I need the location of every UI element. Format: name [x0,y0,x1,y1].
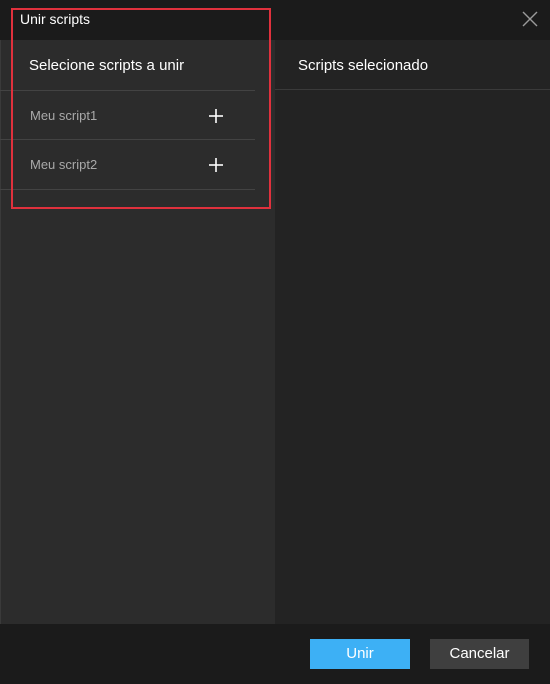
plus-icon [209,158,223,172]
script-list-item: Meu script2 [0,140,255,190]
dialog-title: Unir scripts [20,11,91,27]
selected-scripts-header: Scripts selecionado [275,40,550,90]
add-script-button[interactable] [207,107,225,125]
close-button[interactable] [520,9,540,29]
available-scripts-heading: Selecione scripts a unir [29,57,185,74]
script-label: Meu script1 [30,108,98,123]
merge-button[interactable]: Unir [310,639,410,669]
close-icon [522,11,538,27]
selected-scripts-heading: Scripts selecionado [298,57,429,74]
dialog-footer: Unir Cancelar [0,624,550,684]
cancel-button[interactable]: Cancelar [430,639,529,669]
available-scripts-pane: Selecione scripts a unir Meu script1 Meu… [0,40,275,624]
selected-scripts-pane: Scripts selecionado [275,40,550,624]
add-script-button[interactable] [207,156,225,174]
script-list-item: Meu script1 [0,90,255,140]
plus-icon [209,109,223,123]
script-label: Meu script2 [30,157,98,172]
available-scripts-list: Meu script1 Meu script2 [0,90,255,190]
title-bar: Unir scripts [0,0,550,40]
available-scripts-header: Selecione scripts a unir [0,40,275,90]
merge-scripts-dialog: Unir scripts Selecione scripts a unir Me… [0,0,550,684]
